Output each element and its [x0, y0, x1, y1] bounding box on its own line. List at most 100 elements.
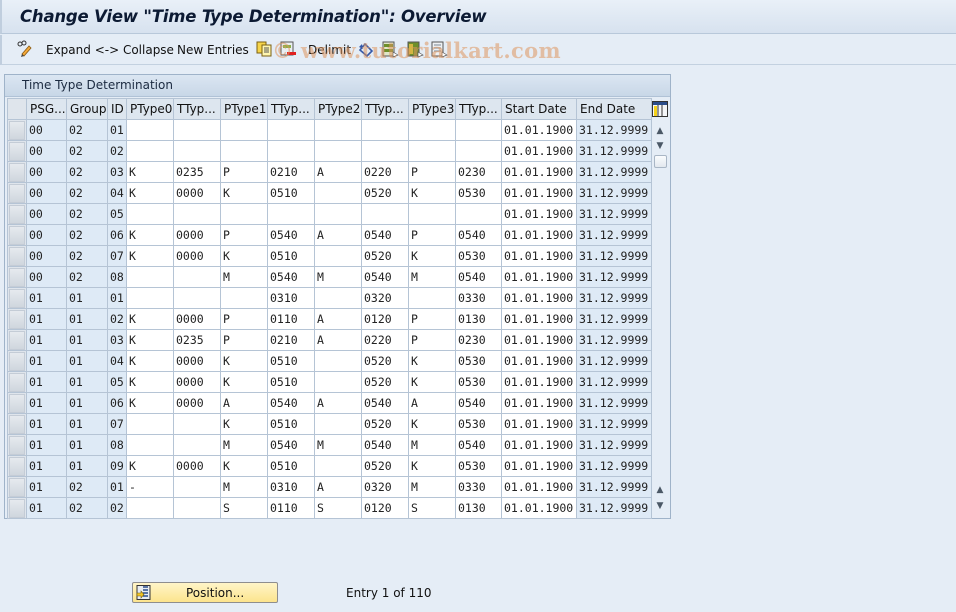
column-header-psg[interactable]: PSG...: [26, 98, 67, 120]
row-selector-button[interactable]: [9, 456, 25, 476]
cell-ptype1[interactable]: P: [220, 161, 268, 183]
row-selector[interactable]: [7, 455, 27, 477]
cell-ptype2[interactable]: [314, 182, 362, 204]
cell-ptype2[interactable]: A: [314, 392, 362, 414]
column-header-ptype0[interactable]: PType0: [126, 98, 174, 120]
cell-ttype1[interactable]: 0510: [267, 350, 315, 372]
column-header-group[interactable]: Group: [66, 98, 108, 120]
cell-ptype2[interactable]: [314, 371, 362, 393]
cell-ptype3[interactable]: P: [408, 224, 456, 246]
cell-ptype1[interactable]: [220, 287, 268, 309]
cell-ttype1[interactable]: 0540: [267, 266, 315, 288]
cell-ptype2[interactable]: A: [314, 308, 362, 330]
cell-ttype2[interactable]: 0520: [361, 245, 409, 267]
cell-ptype0[interactable]: K: [126, 245, 174, 267]
cell-ttype0[interactable]: 0000: [173, 182, 221, 204]
cell-ptype3[interactable]: K: [408, 182, 456, 204]
row-selector[interactable]: [7, 308, 27, 330]
cell-ptype2[interactable]: [314, 350, 362, 372]
cell-ttype3[interactable]: 0230: [455, 161, 502, 183]
cell-ttype2[interactable]: [361, 119, 409, 141]
cell-ptype1[interactable]: K: [220, 245, 268, 267]
cell-ptype2[interactable]: [314, 455, 362, 477]
cell-ptype3[interactable]: M: [408, 434, 456, 456]
cell-ttype1[interactable]: 0110: [267, 308, 315, 330]
expand-collapse-button[interactable]: Expand <-> Collapse: [46, 41, 174, 59]
cell-ptype2[interactable]: A: [314, 161, 362, 183]
cell-ptype0[interactable]: K: [126, 308, 174, 330]
cell-ttype1[interactable]: 0540: [267, 434, 315, 456]
cell-ptype3[interactable]: [408, 203, 456, 225]
row-selector[interactable]: [7, 287, 27, 309]
cell-ptype2[interactable]: [314, 203, 362, 225]
cell-ttype1[interactable]: 0310: [267, 476, 315, 498]
row-selector[interactable]: [7, 224, 27, 246]
cell-ptype1[interactable]: K: [220, 413, 268, 435]
cell-ttype0[interactable]: [173, 119, 221, 141]
row-selector[interactable]: [7, 161, 27, 183]
cell-ptype1[interactable]: K: [220, 182, 268, 204]
cell-ptype0[interactable]: K: [126, 161, 174, 183]
cell-ptype0[interactable]: [126, 203, 174, 225]
table-settings-icon[interactable]: [651, 99, 669, 119]
cell-ttype3[interactable]: 0530: [455, 350, 502, 372]
cell-ptype2[interactable]: A: [314, 476, 362, 498]
row-selector-button[interactable]: [9, 393, 25, 413]
cell-ttype0[interactable]: 0000: [173, 455, 221, 477]
cell-ttype3[interactable]: 0130: [455, 497, 502, 519]
row-selector-button[interactable]: [9, 183, 25, 203]
delimit-button[interactable]: Delimit: [308, 41, 351, 59]
column-header-ttype2[interactable]: TTyp...: [361, 98, 409, 120]
cell-ptype3[interactable]: P: [408, 161, 456, 183]
cell-ttype1[interactable]: 0510: [267, 245, 315, 267]
cell-ttype0[interactable]: 0000: [173, 350, 221, 372]
cell-ttype3[interactable]: [455, 140, 502, 162]
row-selector[interactable]: [7, 371, 27, 393]
cell-ttype1[interactable]: 0110: [267, 497, 315, 519]
cell-ttype2[interactable]: 0520: [361, 182, 409, 204]
column-header-start-date[interactable]: Start Date: [501, 98, 577, 120]
cell-ptype3[interactable]: [408, 287, 456, 309]
cell-ptype2[interactable]: M: [314, 266, 362, 288]
row-selector-button[interactable]: [9, 288, 25, 308]
cell-ttype2[interactable]: 0520: [361, 371, 409, 393]
cell-ttype1[interactable]: [267, 203, 315, 225]
cell-ttype1[interactable]: [267, 119, 315, 141]
cell-ttype3[interactable]: 0530: [455, 245, 502, 267]
cell-ptype1[interactable]: M: [220, 476, 268, 498]
cell-ptype0[interactable]: [126, 413, 174, 435]
cell-ttype3[interactable]: [455, 119, 502, 141]
cell-ptype3[interactable]: P: [408, 329, 456, 351]
cell-ttype3[interactable]: 0530: [455, 455, 502, 477]
cell-ttype3[interactable]: 0540: [455, 434, 502, 456]
cell-ptype0[interactable]: -: [126, 476, 174, 498]
cell-ttype3[interactable]: 0130: [455, 308, 502, 330]
cell-ttype2[interactable]: 0320: [361, 476, 409, 498]
column-header-ttype1[interactable]: TTyp...: [267, 98, 315, 120]
row-selector[interactable]: [7, 497, 27, 519]
cell-ptype0[interactable]: [126, 287, 174, 309]
cell-ttype0[interactable]: 0235: [173, 161, 221, 183]
cell-ptype1[interactable]: K: [220, 455, 268, 477]
cell-ttype2[interactable]: [361, 203, 409, 225]
cell-ptype0[interactable]: K: [126, 371, 174, 393]
row-selector-button[interactable]: [9, 246, 25, 266]
cell-ttype0[interactable]: 0000: [173, 371, 221, 393]
cell-ptype3[interactable]: K: [408, 413, 456, 435]
cell-ptype2[interactable]: M: [314, 434, 362, 456]
cell-ptype3[interactable]: K: [408, 455, 456, 477]
row-selector-button[interactable]: [9, 414, 25, 434]
cell-ttype1[interactable]: 0540: [267, 224, 315, 246]
cell-ptype2[interactable]: [314, 140, 362, 162]
cell-ptype3[interactable]: K: [408, 350, 456, 372]
cell-ttype1[interactable]: 0310: [267, 287, 315, 309]
cell-ttype0[interactable]: 0235: [173, 329, 221, 351]
cell-ptype1[interactable]: K: [220, 371, 268, 393]
cell-ptype3[interactable]: K: [408, 371, 456, 393]
cell-ptype0[interactable]: K: [126, 182, 174, 204]
cell-ptype0[interactable]: K: [126, 350, 174, 372]
row-selector[interactable]: [7, 266, 27, 288]
row-selector-button[interactable]: [9, 309, 25, 329]
cell-ptype1[interactable]: [220, 203, 268, 225]
cell-ttype0[interactable]: [173, 434, 221, 456]
